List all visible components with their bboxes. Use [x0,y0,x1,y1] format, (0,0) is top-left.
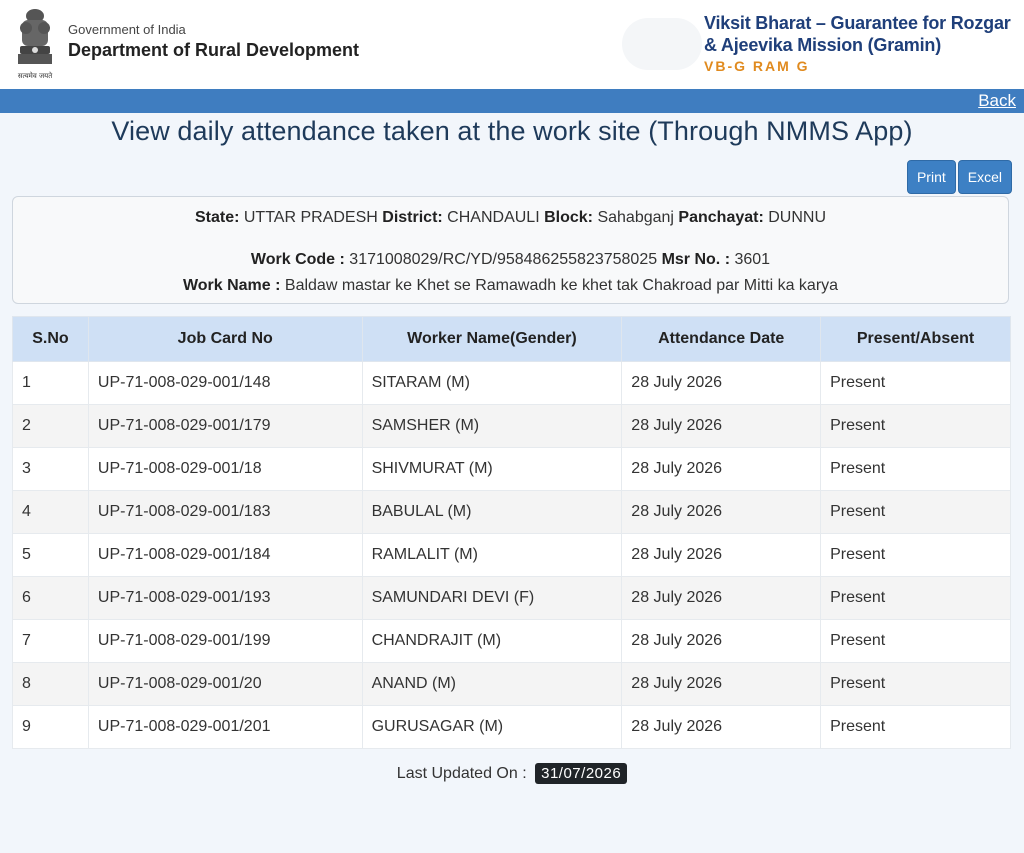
cell-worker-name: RAMLALIT (M) [361,533,623,577]
header-present-absent: Present/Absent [820,316,1011,362]
cell-sno: 3 [12,447,89,491]
cell-attendance-date: 28 July 2026 [621,533,822,577]
mission-watermark [622,18,702,70]
mission-logo-text: Viksit Bharat – Guarantee for Rozgar & A… [704,12,1014,74]
msr-value: 3601 [734,251,771,268]
table-row: 1 UP-71-008-029-001/148 SITARAM (M) 28 July… [12,361,1011,405]
mission-line-2: & Ajeevika Mission (Gramin) [704,35,942,55]
cell-attendance-date: 28 July 2026 [621,662,822,706]
last-updated: Last Updated On : 31/07/2026 [0,763,1024,784]
location-line: State: UTTAR PRADESH District: CHANDAULI… [13,209,1008,227]
ashoka-emblem-icon: सत्यमेव जयते [12,6,58,82]
cell-status: Present [820,662,1011,706]
cell-sno: 6 [12,576,89,620]
page-title: View daily attendance taken at the work … [111,116,913,146]
government-label: Government of India [68,22,186,37]
work-code-value: 3171008029/RC/YD/958486255823758025 [349,251,658,268]
cell-job-card: UP-71-008-029-001/184 [87,533,363,577]
last-updated-label: Last Updated On : [396,765,527,782]
cell-worker-name: SAMSHER (M) [361,404,623,448]
attendance-table: S.No Job Card No Worker Name(Gender) Att… [12,316,1011,749]
cell-attendance-date: 28 July 2026 [621,576,822,620]
cell-status: Present [820,447,1011,491]
cell-job-card: UP-71-008-029-001/183 [87,490,363,534]
work-name-line: Work Name : Baldaw mastar ke Khet se Ram… [13,277,1008,295]
cell-status: Present [820,576,1011,620]
cell-worker-name: GURUSAGAR (M) [361,705,623,749]
cell-sno: 5 [12,533,89,577]
cell-status: Present [820,404,1011,448]
work-code-line: Work Code : 3171008029/RC/YD/95848625582… [13,251,1008,269]
table-row: 2 UP-71-008-029-001/179 SAMSHER (M) 28 July… [12,404,1011,448]
cell-worker-name: SHIVMURAT (M) [361,447,623,491]
cell-job-card: UP-71-008-029-001/18 [87,447,363,491]
header-attendance-date: Attendance Date [621,316,822,362]
export-toolbar: Print Excel [906,160,1012,194]
table-row: 9 UP-71-008-029-001/201 GURUSAGAR (M) 28 Ju… [12,705,1011,749]
state-value: UTTAR PRADESH [243,209,378,226]
cell-attendance-date: 28 July 2026 [621,619,822,663]
work-info-panel: State: UTTAR PRADESH District: CHANDAULI… [12,196,1009,304]
cell-worker-name: BABULAL (M) [361,490,623,534]
table-header-row: S.No Job Card No Worker Name(Gender) Att… [12,316,1011,362]
cell-job-card: UP-71-008-029-001/20 [87,662,363,706]
cell-status: Present [820,361,1011,405]
table-row: 5 UP-71-008-029-001/184 RAMLALIT (M) 28 Jul… [12,533,1011,577]
cell-sno: 9 [12,705,89,749]
mission-line-1: Viksit Bharat – Guarantee for Rozgar [704,13,1011,33]
header-job-card: Job Card No [87,316,363,362]
cell-status: Present [820,619,1011,663]
print-button[interactable]: Print [906,160,956,194]
department-title-block: Government of India Department of Rural … [68,22,359,61]
cell-attendance-date: 28 July 2026 [621,705,822,749]
back-link[interactable]: Back [978,91,1016,111]
cell-sno: 7 [12,619,89,663]
table-row: 6 UP-71-008-029-001/193 SAMUNDARI DEVI (F)… [12,576,1011,620]
cell-sno: 2 [12,404,89,448]
cell-attendance-date: 28 July 2026 [621,404,822,448]
work-name-label: Work Name : [182,277,281,294]
excel-button[interactable]: Excel [957,160,1012,194]
cell-worker-name: SAMUNDARI DEVI (F) [361,576,623,620]
cell-attendance-date: 28 July 2026 [621,361,822,405]
table-row: 4 UP-71-008-029-001/183 BABULAL (M) 28 July… [12,490,1011,534]
department-name: Department of Rural Development [68,40,360,60]
site-header: सत्यमेव जयते Government of India Departm… [0,0,1024,89]
mission-short-name: VB-G RAM G [704,58,810,74]
cell-worker-name: CHANDRAJIT (M) [361,619,623,663]
table-row: 7 UP-71-008-029-001/199 CHANDRAJIT (M) 28 J… [12,619,1011,663]
cell-status: Present [820,533,1011,577]
cell-job-card: UP-71-008-029-001/201 [87,705,363,749]
cell-worker-name: SITARAM (M) [361,361,623,405]
cell-job-card: UP-71-008-029-001/148 [87,361,363,405]
cell-job-card: UP-71-008-029-001/193 [87,576,363,620]
table-row: 8 UP-71-008-029-001/20 ANAND (M) 28 July 20… [12,662,1011,706]
cell-sno: 4 [12,490,89,534]
cell-status: Present [820,490,1011,534]
nav-bar: Back [0,89,1024,113]
work-name-value: Baldaw mastar ke Khet se Ramawadh ke khe… [284,277,839,294]
state-label: State: [194,209,240,226]
district-label: District: [382,209,443,226]
table-row: 3 UP-71-008-029-001/18 SHIVMURAT (M) 28 Jul… [12,447,1011,491]
cell-sno: 1 [12,361,89,405]
block-value: Sahabganj [597,209,674,226]
header-sno: S.No [12,316,89,362]
cell-attendance-date: 28 July 2026 [621,447,822,491]
panchayat-label: Panchayat: [678,209,764,226]
panchayat-value: DUNNU [768,209,827,226]
emblem-caption: सत्यमेव जयते [18,71,53,80]
cell-worker-name: ANAND (M) [361,662,623,706]
cell-job-card: UP-71-008-029-001/179 [87,404,363,448]
cell-job-card: UP-71-008-029-001/199 [87,619,363,663]
block-label: Block: [544,209,593,226]
work-code-label: Work Code : [250,251,345,268]
header-worker-name: Worker Name(Gender) [361,316,623,362]
last-updated-date: 31/07/2026 [535,763,628,784]
cell-status: Present [820,705,1011,749]
cell-attendance-date: 28 July 2026 [621,490,822,534]
district-value: CHANDAULI [447,209,540,226]
msr-label: Msr No. : [661,251,731,268]
cell-sno: 8 [12,662,89,706]
